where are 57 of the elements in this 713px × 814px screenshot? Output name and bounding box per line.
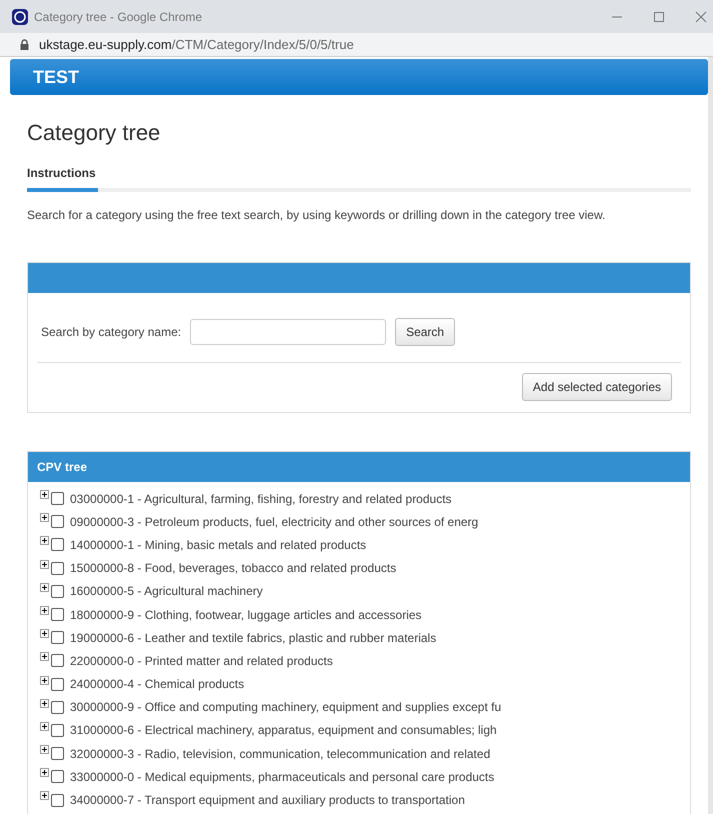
tree-item[interactable]: 14000000-1 - Mining, basic metals and related products [70,538,366,552]
tree-item[interactable]: 30000000-9 - Office and computing machinery, equipment and supplies except fu [70,700,502,714]
expand-icon[interactable] [40,791,49,800]
checkbox[interactable] [51,631,64,644]
tab[interactable]: Instructions [27,166,98,192]
checkbox[interactable] [51,492,64,506]
maximize-icon[interactable] [653,10,665,22]
page-title: Category tree [27,120,162,146]
scrollbar[interactable] [708,57,713,814]
panel-title: CPV tree [37,460,88,474]
expand-icon[interactable] [40,536,49,546]
close-icon[interactable] [695,10,707,22]
checkbox[interactable] [51,584,64,598]
checkbox[interactable] [51,747,64,760]
checkbox[interactable] [51,608,64,622]
tree-item[interactable]: 31000000-6 - Electrical machinery, apparatus, equipment and consumables; ligh [70,723,497,738]
lock-icon [20,39,29,50]
search-button[interactable]: Search [395,318,456,346]
checkbox[interactable] [51,538,64,552]
tree-item[interactable]: 22000000-0 - Printed matter and related products [70,654,333,668]
checkbox[interactable] [51,794,64,807]
expand-icon[interactable] [40,513,49,522]
expand-icon[interactable] [40,582,49,592]
expand-icon[interactable] [40,652,49,662]
checkbox[interactable] [51,700,64,714]
banner-title: TEST [33,66,80,88]
tree-item[interactable]: 34000000-7 - Transport equipment and auxiliary products to transportation [70,793,465,808]
expand-icon[interactable] [40,698,49,708]
expand-icon[interactable] [40,560,49,569]
expand-icon[interactable] [40,490,49,499]
tree-item[interactable]: 24000000-4 - Chemical products [70,677,244,692]
search-field[interactable] [190,319,386,345]
search-label: Search by category name: [41,325,182,339]
checkbox[interactable] [51,678,64,691]
expand-icon[interactable] [40,606,49,615]
tree-item[interactable]: 15000000-8 - Food, beverages, tobacco and related products [70,561,396,576]
checkbox[interactable] [51,562,64,575]
tree-item[interactable]: 18000000-9 - Clothing, footwear, luggage articles and accessories [70,608,422,622]
checkbox[interactable] [51,724,64,737]
checkbox[interactable] [51,515,64,528]
expand-icon[interactable] [40,768,49,778]
expand-icon[interactable] [40,722,49,731]
window-title: Category tree - Google Chrome [34,10,204,24]
tree-item[interactable]: 32000000-3 - Radio, television, communication, telecommunication and related [70,746,490,761]
tree-item[interactable]: 16000000-5 - Agricultural machinery [70,584,263,598]
expand-icon[interactable] [40,629,49,638]
tree-item[interactable]: 19000000-6 - Leather and textile fabrics, plastic and rubber materials [70,630,436,645]
expand-icon[interactable] [40,745,49,754]
tree-item[interactable]: 09000000-3 - Petroleum products, fuel, electricity and other sources of energ [70,514,478,529]
app-logo-icon [12,8,28,24]
add-selected-button[interactable]: Add selected categories [522,373,672,401]
checkbox[interactable] [51,654,64,668]
instructions-text: Search for a category using the free text search, by using keywords or drilling down in the category tree view. [27,208,606,222]
tree-item[interactable]: 03000000-1 - Agricultural, farming, fishing, forestry and related products [70,492,452,506]
checkbox[interactable] [51,770,64,784]
expand-icon[interactable] [40,676,49,684]
tree-item[interactable]: 33000000-0 - Medical equipments, pharmaceuticals and personal care products [70,770,494,784]
